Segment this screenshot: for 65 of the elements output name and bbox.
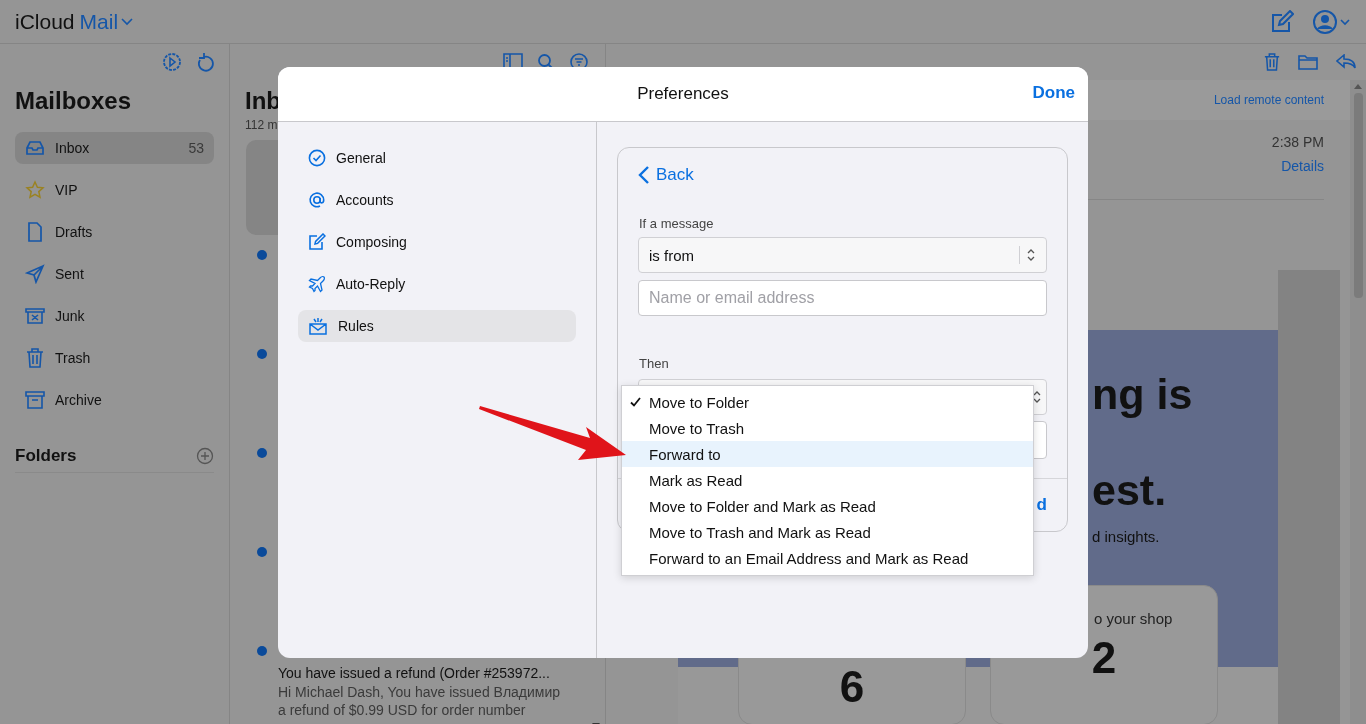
- done-button[interactable]: Done: [1032, 83, 1075, 103]
- menu-option[interactable]: Forward to: [622, 441, 1033, 467]
- settings-icon[interactable]: [162, 52, 182, 72]
- stat-label: o your shop: [1094, 610, 1173, 627]
- junk-icon: [25, 307, 45, 325]
- preferences-tab[interactable]: General: [298, 142, 576, 174]
- message-subject[interactable]: You have issued a refund (Order #253972...: [278, 663, 568, 683]
- stat-value: 2: [1091, 633, 1117, 683]
- banner-headline: ng is: [1092, 369, 1194, 420]
- stat-value: 6: [839, 662, 865, 712]
- at-sign-icon: [308, 191, 326, 209]
- mailbox-item[interactable]: VIP: [15, 174, 214, 206]
- menu-option[interactable]: Move to Trash: [622, 415, 1033, 441]
- reply-icon[interactable]: [1336, 54, 1356, 70]
- mailbox-item[interactable]: Sent: [15, 258, 214, 290]
- paper-plane-icon: [25, 264, 45, 284]
- envelope-icon: [308, 317, 328, 335]
- trash-icon: [25, 348, 45, 368]
- banner-text: d insights.: [1092, 528, 1161, 545]
- back-button[interactable]: Back: [638, 162, 694, 188]
- mailbox-item[interactable]: Archive: [15, 384, 214, 416]
- document-icon: [25, 222, 45, 242]
- condition-select[interactable]: is from: [638, 237, 1047, 273]
- condition-label: If a message: [639, 216, 715, 231]
- menu-option[interactable]: Mark as Read: [622, 467, 1033, 493]
- mailbox-item[interactable]: Trash: [15, 342, 214, 374]
- add-icon[interactable]: [196, 447, 214, 465]
- menu-option[interactable]: Move to Folder and Mark as Read: [622, 493, 1033, 519]
- add-button[interactable]: d: [1036, 495, 1047, 515]
- message-time: 2:38 PM: [1271, 134, 1324, 150]
- mailboxes-heading: Mailboxes: [15, 86, 133, 116]
- mailbox-item[interactable]: Junk: [15, 300, 214, 332]
- preferences-tab[interactable]: Composing: [298, 226, 576, 258]
- menu-option[interactable]: Move to Folder: [622, 389, 1033, 415]
- airplane-icon: [308, 275, 326, 293]
- mailbox-item[interactable]: Inbox 53: [15, 132, 214, 164]
- trash-icon[interactable]: [1264, 53, 1280, 71]
- checkmark-circle-icon: [308, 149, 326, 167]
- star-icon: [25, 180, 45, 200]
- scroll-up-icon[interactable]: [1354, 84, 1362, 89]
- action-label: Then: [639, 356, 670, 371]
- banner-headline: est.: [1092, 465, 1168, 516]
- refresh-icon[interactable]: [196, 52, 214, 72]
- chevron-down-icon: [121, 17, 134, 26]
- archive-box-icon: [25, 391, 45, 409]
- preferences-tab[interactable]: Auto-Reply: [298, 268, 576, 300]
- folder-icon[interactable]: [1298, 54, 1318, 70]
- preferences-tab[interactable]: Rules: [298, 310, 576, 342]
- folders-heading: Folders: [15, 446, 77, 466]
- chevron-left-icon: [638, 165, 650, 185]
- scrollbar[interactable]: [1350, 80, 1366, 724]
- dialog-title: Preferences: [637, 84, 729, 104]
- message-preview: Hi Michael Dash, You have issued Владимир a refund of $0.99 USD for order number: [278, 683, 562, 719]
- account-icon[interactable]: [1312, 8, 1352, 35]
- address-field[interactable]: Name or email address: [638, 280, 1047, 316]
- preferences-tab[interactable]: Accounts: [298, 184, 576, 216]
- menu-option[interactable]: Forward to an Email Address and Mark as Read: [622, 545, 1033, 571]
- mailbox-item[interactable]: Drafts: [15, 216, 214, 248]
- inbox-icon: [25, 139, 45, 157]
- message-count: 112 m: [245, 118, 275, 134]
- menu-option[interactable]: Move to Trash and Mark as Read: [622, 519, 1033, 545]
- compose-icon: [308, 233, 326, 251]
- compose-icon[interactable]: [1270, 9, 1294, 34]
- app-title: iCloud: [15, 9, 75, 34]
- up-down-chevron-icon: [1026, 248, 1036, 262]
